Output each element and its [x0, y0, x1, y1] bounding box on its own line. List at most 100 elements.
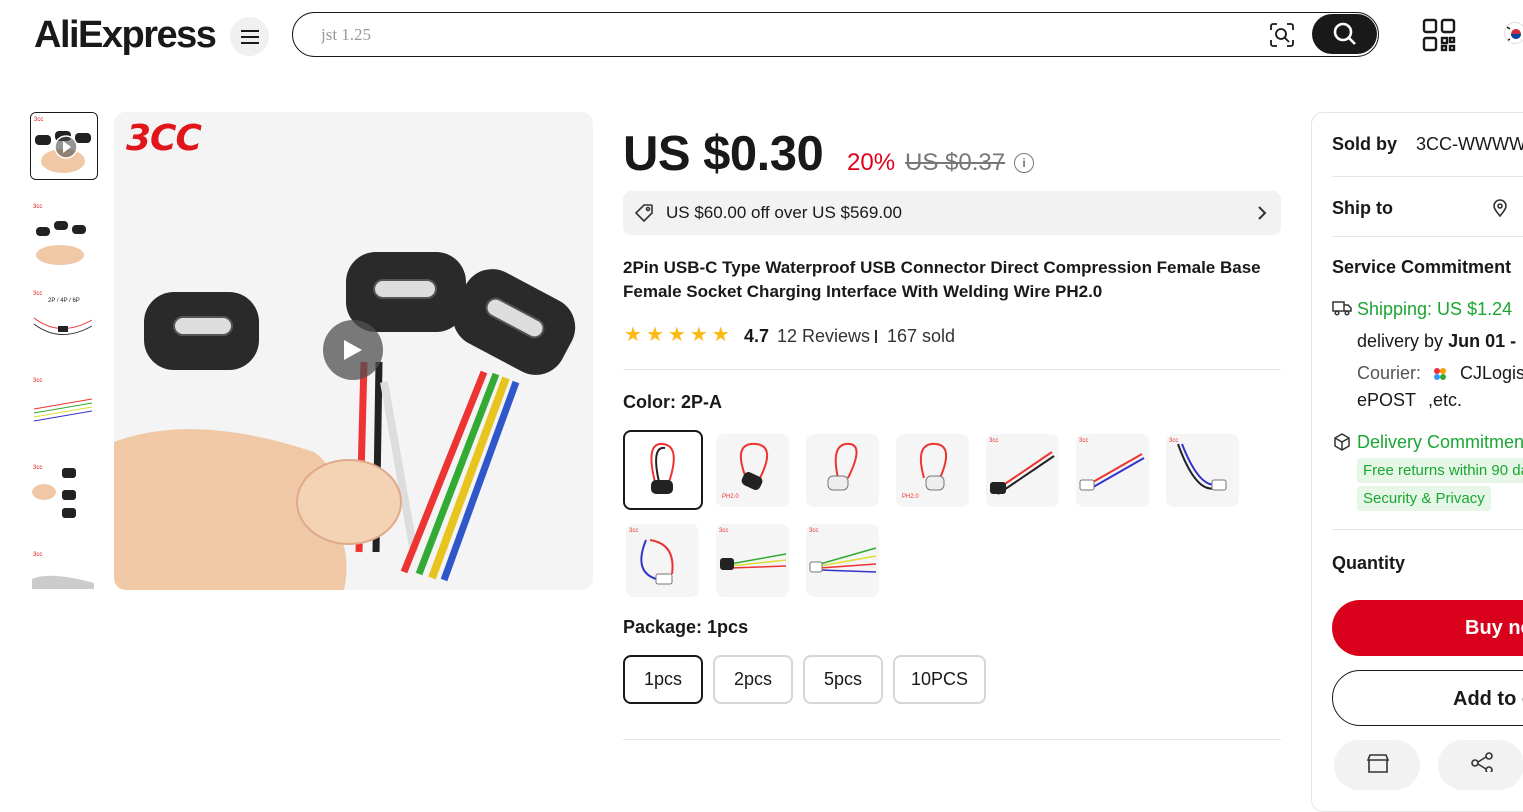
color-swatch-2[interactable]: PH2.0: [716, 434, 789, 507]
thumbnail-3[interactable]: 3cc 2P / 4P / 6P: [30, 288, 98, 356]
coupon-text: US $60.00 off over US $569.00: [666, 203, 902, 222]
svg-text:3cc: 3cc: [629, 528, 638, 534]
star-half-icon: ★: [711, 324, 730, 346]
share-icon: [1471, 752, 1493, 772]
delivery-prefix: delivery by: [1357, 331, 1444, 351]
share-button[interactable]: [1438, 740, 1523, 790]
location-pin-icon[interactable]: [1493, 199, 1507, 222]
star-icon: ★: [624, 324, 642, 346]
security-privacy-badge: Security & Privacy: [1357, 486, 1491, 511]
svg-text:PH2.0: PH2.0: [722, 494, 739, 500]
package-option-1pcs[interactable]: 1pcs: [623, 655, 703, 704]
search-icon: [1333, 22, 1356, 45]
search-button[interactable]: [1312, 14, 1377, 54]
star-icon: ★: [645, 324, 664, 346]
color-swatch-6[interactable]: 3cc: [1076, 434, 1149, 507]
svg-text:PH2.0: PH2.0: [902, 494, 919, 500]
courier-extra: ePOST: [1357, 390, 1417, 410]
image-search-icon[interactable]: [1268, 21, 1296, 49]
qr-code-icon[interactable]: [1422, 18, 1456, 57]
divider: [875, 330, 877, 343]
svg-text:3cc: 3cc: [1169, 438, 1178, 444]
current-price: US $0.30: [623, 127, 824, 181]
color-swatch-7[interactable]: 3cc: [1166, 434, 1239, 507]
divider: [1332, 236, 1523, 237]
korea-flag-icon[interactable]: [1504, 22, 1523, 44]
shield-box-icon: [1333, 433, 1351, 456]
store-name-link[interactable]: 3CC-WWWW: [1416, 134, 1523, 155]
svg-text:3cc: 3cc: [33, 204, 42, 210]
svg-text:3cc: 3cc: [719, 528, 728, 534]
search-input[interactable]: [321, 23, 1221, 47]
svg-text:3cc: 3cc: [989, 438, 998, 444]
svg-text:3cc: 3cc: [34, 117, 43, 123]
svg-text:3cc: 3cc: [33, 552, 42, 558]
sold-count: 167 sold: [887, 326, 956, 346]
divider: [1332, 176, 1523, 177]
svg-text:3cc: 3cc: [33, 465, 42, 471]
delivery-commitment-link[interactable]: Delivery Commitmen: [1357, 432, 1523, 453]
package-label: Package: 1pcs: [623, 617, 749, 637]
buy-now-button[interactable]: Buy no: [1332, 600, 1523, 656]
divider: [623, 739, 1281, 740]
courier-name: CJLogis: [1460, 363, 1523, 383]
color-swatch-8[interactable]: 3cc: [626, 524, 699, 597]
color-swatch-3[interactable]: [806, 434, 879, 507]
rating-stars: ★ ★ ★ ★ ★: [624, 325, 730, 345]
discount-percent: 20%: [847, 149, 896, 176]
reviews-link[interactable]: 12 Reviews: [777, 326, 870, 347]
coupon-banner[interactable]: US $60.00 off over US $569.00: [623, 191, 1281, 235]
color-label: Color: 2P-A: [623, 392, 722, 412]
thumbnail-video[interactable]: 3cc: [30, 112, 98, 180]
service-commitment-label: Service Commitment: [1332, 257, 1512, 277]
add-to-cart-button[interactable]: Add to c: [1332, 670, 1523, 726]
hamburger-icon: [240, 29, 259, 44]
play-icon: [344, 340, 362, 360]
star-icon: ★: [689, 324, 708, 346]
color-swatch-10[interactable]: 3cc: [806, 524, 879, 597]
thumbnail-6[interactable]: 3cc: [30, 549, 98, 595]
svg-text:3cc: 3cc: [33, 291, 42, 297]
thumbnail-5[interactable]: 3cc: [30, 462, 98, 530]
original-price: US $0.37: [905, 149, 1006, 176]
ship-to-label: Ship to: [1332, 198, 1393, 218]
buy-now-label: Buy no: [1465, 617, 1523, 639]
package-option-2pcs[interactable]: 2pcs: [713, 655, 793, 704]
truck-icon: [1332, 300, 1352, 321]
info-icon[interactable]: i: [1014, 153, 1034, 173]
thumbnail-2[interactable]: 3cc: [30, 201, 98, 269]
package-option-5pcs[interactable]: 5pcs: [803, 655, 883, 704]
shipping-cost[interactable]: Shipping: US $1.24: [1357, 299, 1512, 320]
color-swatch-4[interactable]: PH2.0: [896, 434, 969, 507]
search-bar: [292, 12, 1379, 57]
coupon-tag-icon: [634, 204, 653, 223]
store-button[interactable]: [1334, 740, 1420, 790]
color-swatch-1[interactable]: [623, 430, 703, 510]
product-title: 2Pin USB-C Type Waterproof USB Connector…: [623, 258, 1261, 301]
delivery-date: Jun 01 -: [1448, 331, 1517, 351]
free-returns-badge: Free returns within 90 da: [1357, 458, 1523, 483]
svg-text:3cc: 3cc: [33, 378, 42, 384]
courier-label: Courier:: [1357, 363, 1422, 383]
divider: [623, 369, 1281, 370]
menu-button[interactable]: [230, 17, 269, 56]
play-video-button[interactable]: [323, 320, 383, 380]
package-option-10pcs[interactable]: 10PCS: [893, 655, 986, 704]
star-icon: ★: [667, 324, 686, 346]
courier-etc: ,etc.: [1428, 390, 1463, 410]
color-swatch-5[interactable]: 3cc: [986, 434, 1059, 507]
color-swatch-9[interactable]: 3cc: [716, 524, 789, 597]
sold-by-label: Sold by: [1332, 134, 1398, 154]
add-to-cart-label: Add to c: [1453, 688, 1523, 710]
chevron-right-icon: [1258, 206, 1267, 220]
svg-text:3cc: 3cc: [809, 528, 818, 534]
svg-text:3cc: 3cc: [1079, 438, 1088, 444]
svg-text:2P / 4P / 6P: 2P / 4P / 6P: [48, 298, 80, 304]
rating-value: 4.7: [744, 326, 770, 346]
divider: [1332, 529, 1523, 530]
courier-logo-icon: [1432, 366, 1448, 387]
delivery-estimate: delivery by Jun 01 -: [1357, 331, 1516, 352]
thumbnail-4[interactable]: 3cc: [30, 375, 98, 443]
quantity-label: Quantity: [1332, 553, 1406, 573]
aliexpress-logo[interactable]: AliExpress: [34, 14, 217, 57]
